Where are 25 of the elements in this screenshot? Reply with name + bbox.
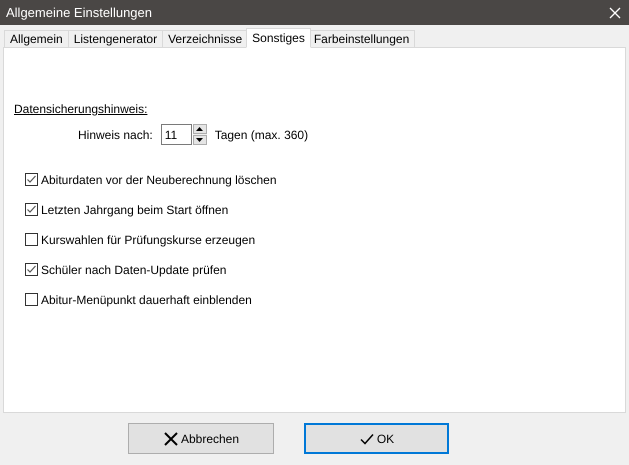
checkbox[interactable]	[25, 173, 38, 186]
down-arrow-icon	[196, 138, 204, 142]
checkbox-label: Abiturdaten vor der Neuberechnung löschen	[41, 172, 276, 188]
checkbox[interactable]	[25, 203, 38, 216]
ok-button[interactable]: OK	[304, 423, 449, 454]
tab[interactable]: Allgemein	[4, 30, 69, 47]
field-label: Hinweis nach:	[78, 126, 153, 144]
days-input-field[interactable]: 11	[160, 124, 192, 145]
spin-buttons[interactable]	[192, 124, 207, 145]
close-icon	[162, 430, 179, 446]
close-icon[interactable]	[609, 6, 621, 18]
checkbox-label: Kurswahlen für Prüfungskurse erzeugen	[41, 232, 256, 248]
unit-label: Tagen (max. 360)	[214, 126, 308, 144]
checkbox-label: Abitur-Menüpunkt dauerhaft einblenden	[41, 292, 252, 308]
group-heading: Datensicherungshinweis:	[14, 102, 148, 116]
tab[interactable]: Sonstiges	[246, 28, 311, 48]
cancel-button[interactable]: Abbrechen	[128, 423, 274, 454]
checkbox-label: Schüler nach Daten-Update prüfen	[41, 262, 226, 278]
up-arrow-icon	[196, 127, 204, 131]
tab[interactable]: Listengenerator	[68, 30, 164, 47]
checkbox[interactable]	[25, 293, 38, 306]
checkbox[interactable]	[25, 263, 38, 276]
checkbox-label: Letzten Jahrgang beim Start öffnen	[41, 202, 228, 218]
window-title: Allgemeine Einstellungen	[6, 4, 152, 22]
checkbox[interactable]	[25, 233, 38, 246]
